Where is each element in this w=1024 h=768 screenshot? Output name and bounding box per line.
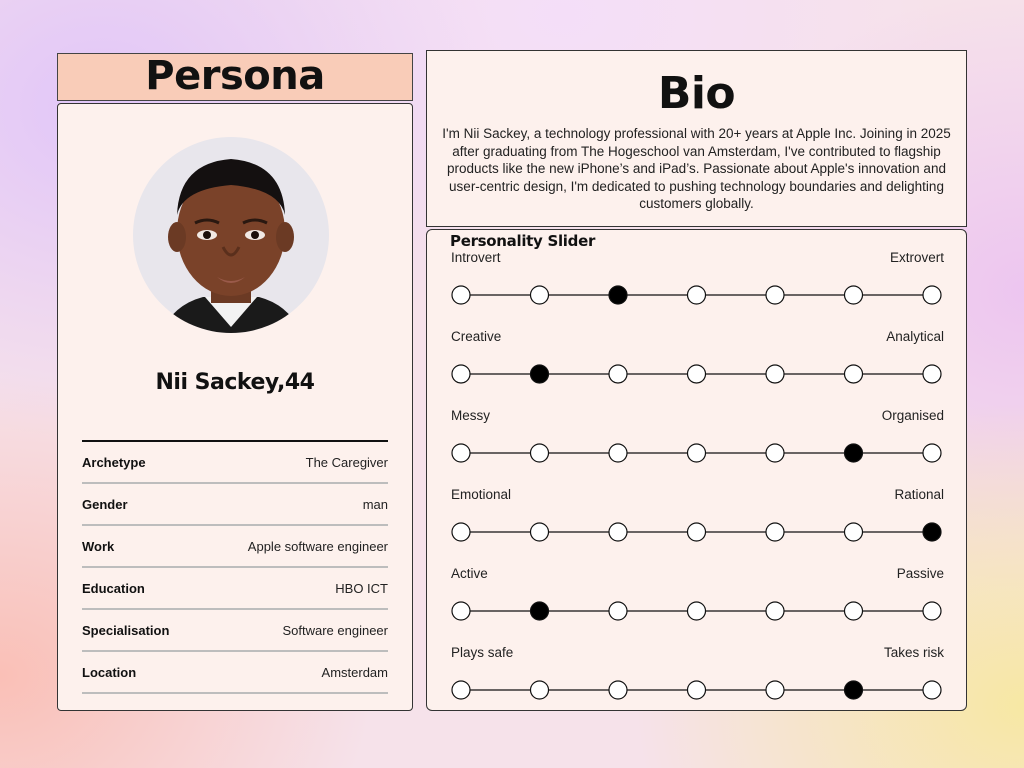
slider-step-selected[interactable] (922, 522, 942, 542)
slider-left-label: Plays safe (451, 645, 514, 660)
slider-right-label: Rational (894, 487, 944, 502)
slider-step[interactable] (686, 601, 707, 621)
attribute-value: Software engineer (282, 622, 388, 638)
slider-step[interactable] (922, 443, 942, 463)
slider-row: Introvert Extrovert (449, 250, 945, 310)
attribute-label: Specialisation (82, 622, 170, 638)
attribute-value: man (362, 496, 388, 512)
attributes-table: Archetype The Caregiver Gender man Work Apple… (82, 440, 388, 694)
slider-left-label: Active (451, 566, 488, 581)
slider-step[interactable] (765, 680, 785, 700)
slider-left-label: Creative (451, 329, 502, 344)
slider-step[interactable] (686, 522, 707, 542)
attribute-label: Education (82, 580, 145, 596)
bio-title: Bio (657, 68, 736, 119)
slider-step[interactable] (608, 522, 628, 542)
slider-step[interactable] (451, 364, 471, 384)
slider-step[interactable] (451, 285, 471, 305)
slider-step[interactable] (765, 285, 785, 305)
slider-track[interactable] (449, 679, 945, 701)
slider-step[interactable] (843, 601, 864, 621)
slider-step[interactable] (765, 601, 785, 621)
slider-step[interactable] (922, 285, 942, 305)
attribute-row: Archetype The Caregiver (82, 442, 388, 484)
slider-right-label: Passive (896, 566, 944, 581)
attribute-label: Location (82, 664, 137, 680)
slider-step[interactable] (922, 601, 942, 621)
attribute-value: Apple software engineer (247, 538, 388, 554)
slider-step[interactable] (765, 364, 785, 384)
slider-right-label: Takes risk (883, 645, 944, 660)
slider-step[interactable] (451, 680, 471, 700)
slider-step[interactable] (608, 680, 628, 700)
slider-step-selected[interactable] (529, 364, 550, 384)
slider-right-label: Organised (881, 408, 944, 423)
slider-step[interactable] (451, 601, 471, 621)
slider-track[interactable] (449, 442, 945, 464)
slider-row: Emotional Rational (449, 487, 945, 547)
personality-slider-card: Personality Slider Introvert Extrovert Cre… (426, 229, 967, 711)
slider-step[interactable] (608, 601, 628, 621)
slider-row: Plays safe Takes risk (449, 645, 945, 705)
slider-left-label: Messy (451, 408, 491, 423)
slider-step[interactable] (608, 364, 628, 384)
slider-left-label: Emotional (451, 487, 512, 502)
slider-step[interactable] (765, 443, 785, 463)
slider-step-selected[interactable] (529, 601, 550, 621)
slider-track[interactable] (449, 521, 945, 543)
slider-step[interactable] (529, 443, 550, 463)
persona-title: Persona (145, 53, 325, 99)
attribute-label: Gender (82, 496, 128, 512)
bio-card: Bio I'm Nii Sackey, a technology profess… (426, 50, 967, 227)
slider-step[interactable] (529, 285, 550, 305)
attribute-row: Specialisation Software engineer (82, 610, 388, 652)
slider-row: Active Passive (449, 566, 945, 626)
attribute-label: Archetype (82, 454, 146, 470)
attribute-row: Location Amsterdam (82, 652, 388, 694)
attribute-row: Gender man (82, 484, 388, 526)
attribute-row: Work Apple software engineer (82, 526, 388, 568)
persona-name: Nii Sackey,44 (155, 370, 315, 395)
attribute-value: Amsterdam (321, 664, 388, 680)
slider-step[interactable] (686, 680, 707, 700)
slider-row: Creative Analytical (449, 329, 945, 389)
slider-track[interactable] (449, 284, 945, 306)
slider-row: Messy Organised (449, 408, 945, 468)
slider-step-selected[interactable] (843, 680, 864, 700)
slider-step[interactable] (451, 443, 471, 463)
avatar (133, 137, 329, 333)
slider-step[interactable] (843, 364, 864, 384)
attribute-value: The Caregiver (305, 454, 388, 470)
personality-slider-title: Personality Slider (450, 232, 596, 250)
slider-step[interactable] (843, 522, 864, 542)
slider-step[interactable] (686, 443, 707, 463)
attribute-label: Work (82, 538, 115, 554)
slider-step-selected[interactable] (608, 285, 628, 305)
slider-right-label: Analytical (886, 329, 944, 344)
slider-track[interactable] (449, 600, 945, 622)
slider-step[interactable] (686, 364, 707, 384)
slider-step[interactable] (608, 443, 628, 463)
attribute-row: Education HBO ICT (82, 568, 388, 610)
attribute-value: HBO ICT (335, 580, 388, 596)
slider-step[interactable] (529, 680, 550, 700)
slider-step[interactable] (922, 364, 942, 384)
slider-step[interactable] (922, 680, 942, 700)
slider-step[interactable] (686, 285, 707, 305)
persona-header: Persona (57, 53, 413, 101)
slider-step-selected[interactable] (843, 443, 864, 463)
slider-step[interactable] (529, 522, 550, 542)
slider-track[interactable] (449, 363, 945, 385)
persona-card: Nii Sackey,44 Archetype The Caregiver Gend… (57, 103, 413, 711)
slider-step[interactable] (451, 522, 471, 542)
slider-step[interactable] (765, 522, 785, 542)
slider-right-label: Extrovert (889, 250, 944, 265)
slider-step[interactable] (843, 285, 864, 305)
slider-left-label: Introvert (451, 250, 501, 265)
bio-text: I'm Nii Sackey, a technology professiona… (442, 126, 951, 211)
